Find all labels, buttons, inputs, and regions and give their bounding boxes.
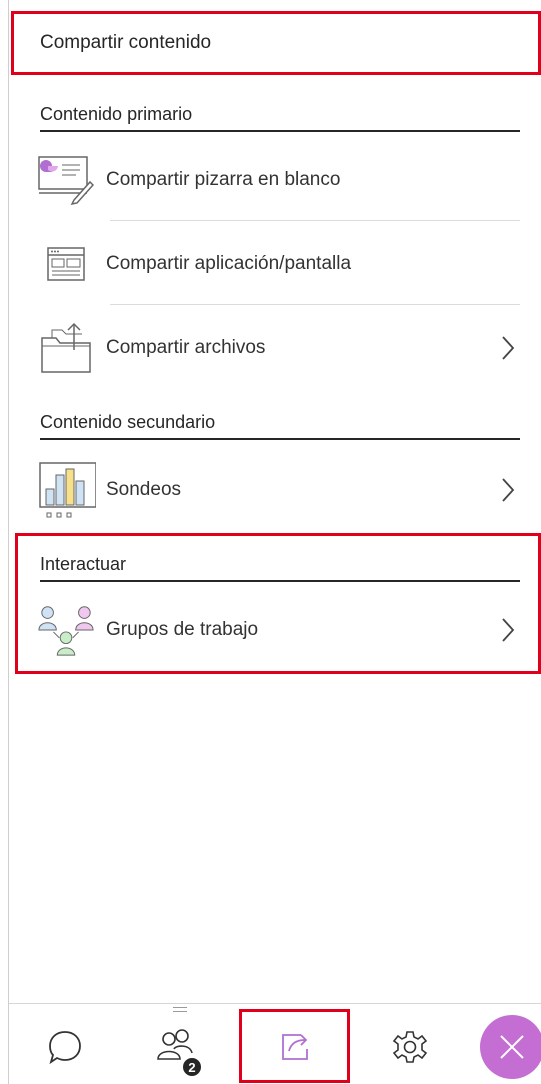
panel-border xyxy=(8,0,9,1084)
share-content-panel: Compartir contenido Contenido primario C… xyxy=(0,0,541,1084)
chevron-right-icon[interactable] xyxy=(496,470,520,510)
chevron-right-icon[interactable] xyxy=(496,328,520,368)
share-application-label: Compartir aplicación/pantalla xyxy=(106,253,352,274)
page-title: Compartir contenido xyxy=(40,32,212,53)
participants-count-badge: 2 xyxy=(181,1056,203,1078)
share-files-label: Compartir archivos xyxy=(106,337,266,358)
share-whiteboard-label: Compartir pizarra en blanco xyxy=(106,169,341,190)
share-content-button[interactable] xyxy=(270,1012,320,1082)
chat-icon xyxy=(49,1031,81,1065)
section-primary-heading: Contenido primario xyxy=(40,98,520,132)
breakout-groups-item[interactable]: Grupos de trabajo xyxy=(36,588,520,672)
divider xyxy=(110,220,520,221)
chevron-right-icon[interactable] xyxy=(496,610,520,650)
share-application-item[interactable]: Compartir aplicación/pantalla xyxy=(36,222,520,306)
whiteboard-icon xyxy=(36,152,96,208)
polls-item[interactable]: Sondeos xyxy=(36,448,520,532)
share-files-item[interactable]: Compartir archivos xyxy=(36,306,520,390)
breakout-groups-label: Grupos de trabajo xyxy=(106,619,259,640)
polls-label: Sondeos xyxy=(106,479,182,500)
share-whiteboard-item[interactable]: Compartir pizarra en blanco xyxy=(36,138,520,222)
breakout-groups-icon xyxy=(36,602,96,658)
settings-button[interactable] xyxy=(385,1012,435,1082)
settings-icon xyxy=(392,1031,428,1063)
share-content-icon xyxy=(282,1034,308,1060)
divider xyxy=(110,304,520,305)
app-window-icon xyxy=(36,236,96,292)
close-icon xyxy=(500,1035,524,1059)
close-button[interactable] xyxy=(480,1015,541,1079)
panel-header: Compartir contenido xyxy=(11,11,541,75)
section-secondary-heading: Contenido secundario xyxy=(40,406,520,440)
section-interact-heading: Interactuar xyxy=(40,548,520,582)
poll-chart-icon xyxy=(36,462,96,518)
folder-upload-icon xyxy=(36,320,96,376)
chat-button[interactable] xyxy=(40,1012,90,1082)
